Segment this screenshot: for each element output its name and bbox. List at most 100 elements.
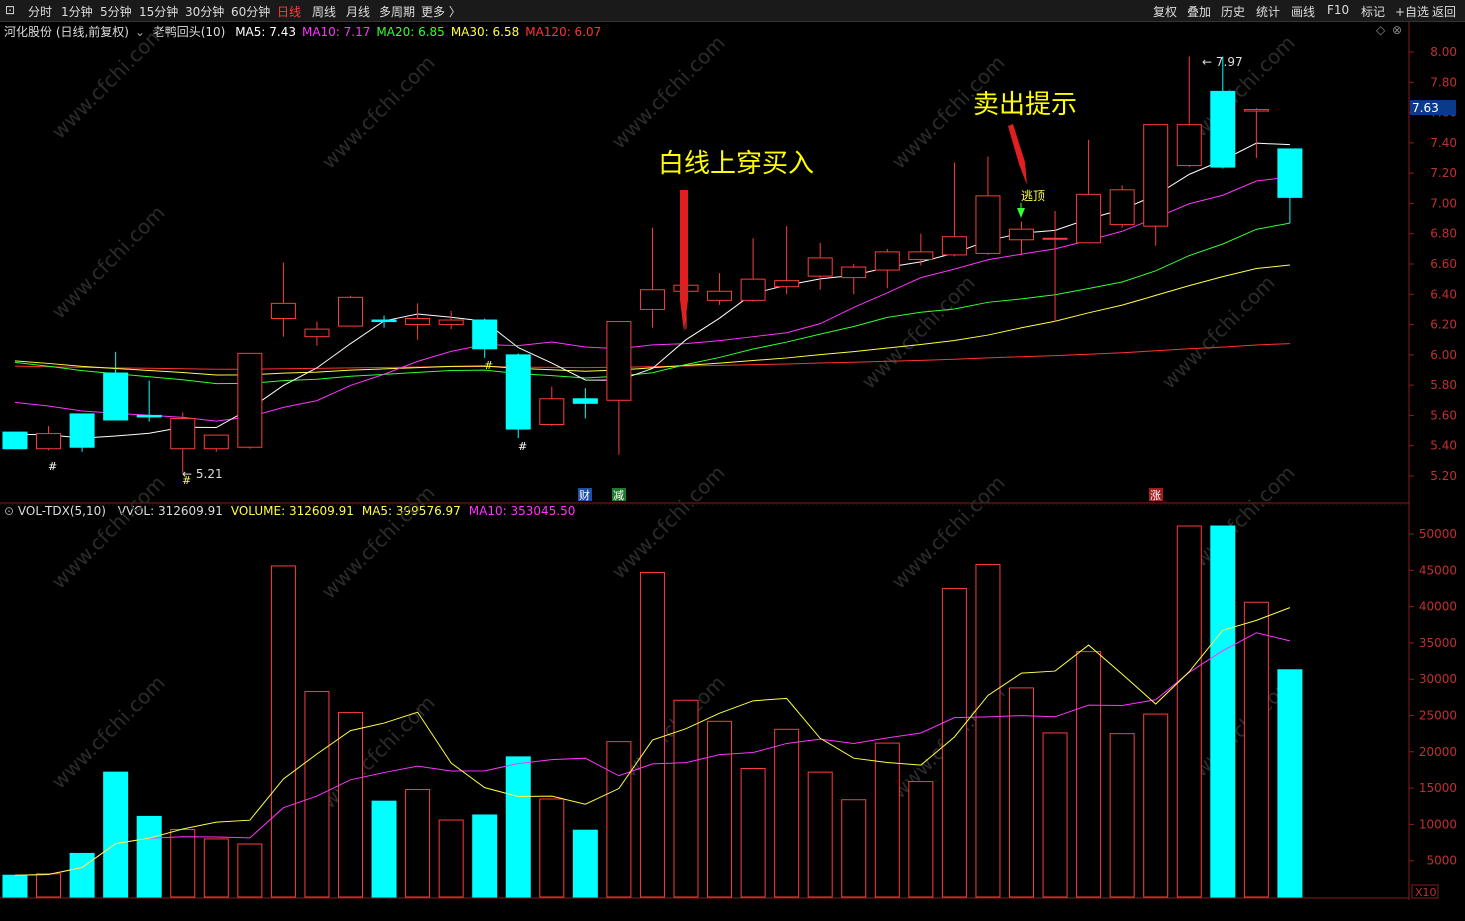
volume-bar — [975, 563, 1001, 898]
candle-body — [606, 321, 632, 401]
candle-body — [1042, 237, 1068, 240]
volume-bar — [1277, 669, 1303, 898]
candle-body — [1143, 124, 1169, 227]
candle-body — [1009, 228, 1034, 241]
price-axis-label: 6.60 — [1430, 257, 1457, 271]
buy-signal-label: 白线上穿买入 — [658, 149, 814, 179]
volume-bar — [338, 712, 363, 898]
watermark-text: www.cfchi.com — [607, 31, 730, 154]
toolbar-right-5[interactable]: F10 — [1327, 3, 1349, 17]
price-axis-label: 5.60 — [1430, 408, 1457, 422]
toolbar-tab-10[interactable]: 更多 〉 — [421, 3, 461, 20]
toolbar-tab-1[interactable]: 1分钟 — [61, 3, 93, 20]
volume-bar — [203, 838, 229, 898]
candle-body — [170, 417, 196, 450]
hash-marker: # — [48, 460, 57, 473]
volume-bar — [304, 691, 330, 898]
toolbar-right-8[interactable]: 返回 — [1432, 3, 1456, 20]
volume-bar — [1042, 732, 1068, 898]
toolbar-right-1[interactable]: 叠加 — [1187, 3, 1211, 20]
candle-body — [774, 280, 800, 288]
toolbar-tab-8[interactable]: 月线 — [346, 3, 370, 20]
volume-bar — [1143, 713, 1169, 898]
high-price-label: ← 7.97 — [1202, 55, 1243, 69]
candle-body — [1277, 148, 1303, 198]
volume-bar — [69, 852, 95, 898]
candle-body — [338, 296, 363, 327]
price-axis-label: 6.80 — [1430, 227, 1457, 241]
price-axis-label: 5.80 — [1430, 378, 1457, 392]
period-toolbar: 分时 1分钟 5分钟 15分钟 30分钟 60分钟 日线 周线 月线 多周期 更多 〉 ⊡ 复权 叠加 历史… — [0, 0, 1465, 22]
volume-bar — [874, 742, 900, 898]
candle-body — [237, 352, 263, 448]
toolbar-right-6[interactable]: 标记 — [1361, 3, 1385, 20]
volume-bar — [1176, 525, 1202, 898]
volume-bar — [740, 767, 766, 898]
volume-axis-label: 5000 — [1426, 854, 1457, 868]
candle-body — [270, 302, 296, 320]
watermark-text: www.cfchi.com — [317, 481, 440, 604]
event-tag-1: 减 — [613, 489, 624, 502]
volume-axis-label: 40000 — [1419, 600, 1457, 614]
volume-axis-label: 50000 — [1419, 527, 1457, 541]
toolbar-tab-5[interactable]: 60分钟 — [231, 3, 270, 20]
price-axis-label: 7.40 — [1430, 136, 1457, 150]
volume-bar — [270, 565, 296, 898]
volume-bar — [841, 799, 867, 898]
candle-body — [371, 319, 397, 323]
event-tag-0: 财 — [579, 488, 590, 502]
volume-axis-label: 15000 — [1419, 781, 1457, 795]
price-axis-label: 7.80 — [1430, 75, 1457, 89]
watermark-text: www.cfchi.com — [607, 461, 730, 584]
candle-body — [1076, 193, 1102, 244]
candle-body — [69, 413, 95, 448]
volume-bar — [237, 843, 263, 898]
toolbar-tab-2[interactable]: 5分钟 — [100, 3, 132, 20]
toolbar-right-4[interactable]: 画线 — [1291, 3, 1315, 20]
toolbar-tab-3[interactable]: 15分钟 — [139, 3, 178, 20]
volume-bar — [572, 829, 598, 898]
volume-bar — [103, 771, 129, 898]
volume-bar — [941, 587, 967, 898]
candle-body — [1109, 189, 1135, 226]
toolbar-tab-4[interactable]: 30分钟 — [185, 3, 224, 20]
volume-unit: X10 — [1415, 886, 1437, 899]
kline-chart[interactable]: www.cfchi.com www.cfchi.com www.cfchi.com w… — [0, 22, 1465, 903]
volume-axis-label: 35000 — [1419, 636, 1457, 650]
toolbar-right-3[interactable]: 统计 — [1256, 3, 1280, 20]
buy-arrow-icon — [680, 190, 688, 332]
price-axis-label: 6.00 — [1430, 348, 1457, 362]
volume-bar — [371, 800, 397, 898]
toolbar-tab-0[interactable]: 分时 — [28, 3, 52, 20]
price-axis-label: 8.00 — [1430, 45, 1457, 59]
event-tag-2: 涨 — [1150, 489, 1161, 502]
candle-body — [639, 289, 665, 310]
candle-body — [505, 354, 531, 430]
candle-body — [472, 319, 498, 350]
volume-axis-label: 10000 — [1419, 817, 1457, 831]
candle-body — [405, 318, 431, 326]
watermark-text: www.cfchi.com — [47, 201, 170, 324]
price-axis-label: 5.40 — [1430, 439, 1457, 453]
candle-body — [807, 257, 833, 277]
hash-marker: # — [484, 359, 493, 372]
candle-body — [103, 372, 129, 421]
watermark-text: www.cfchi.com — [47, 471, 170, 594]
sell-arrow-icon — [1008, 124, 1027, 185]
price-axis-label: 6.40 — [1430, 287, 1457, 301]
toolbar-right-7[interactable]: +自选 — [1395, 3, 1429, 20]
volume-bar — [1243, 601, 1269, 898]
toolbar-tab-7[interactable]: 周线 — [312, 3, 336, 20]
toolbar-tab-9[interactable]: 多周期 — [379, 3, 415, 20]
menu-icon[interactable]: ⊡ — [5, 3, 15, 17]
volume-axis-label: 25000 — [1419, 709, 1457, 723]
candle-body — [539, 398, 565, 426]
toolbar-right-0[interactable]: 复权 — [1153, 3, 1177, 20]
candle-body — [36, 433, 62, 450]
volume-bar — [2, 874, 28, 898]
toolbar-right-2[interactable]: 历史 — [1221, 3, 1245, 20]
watermark-text: www.cfchi.com — [317, 51, 440, 174]
volume-bar — [170, 828, 196, 898]
hash-marker: # — [518, 440, 527, 453]
toolbar-tab-6[interactable]: 日线 — [277, 3, 301, 20]
